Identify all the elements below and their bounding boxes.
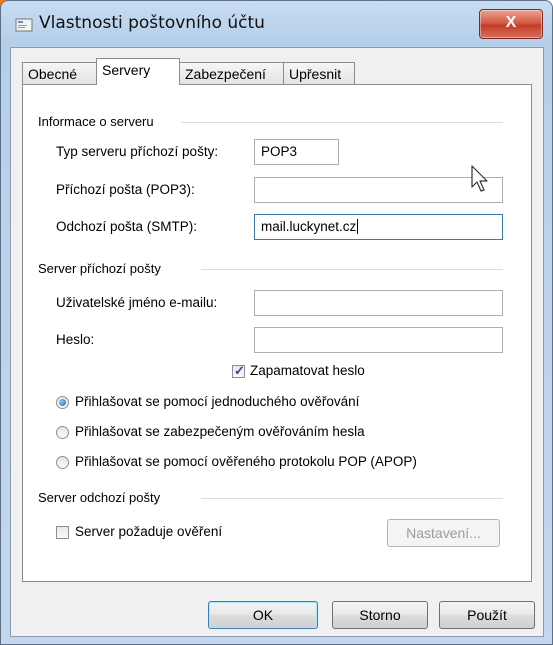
mouse-pointer-icon xyxy=(471,165,488,192)
tab-servers[interactable]: Servery xyxy=(96,58,180,85)
incoming-server-input[interactable] xyxy=(254,177,503,203)
group-divider xyxy=(201,498,503,500)
username-label: Uživatelské jméno e-mailu: xyxy=(56,295,218,310)
auth-secure-radio[interactable] xyxy=(56,426,69,439)
remember-password-label[interactable]: Zapamatovat heslo xyxy=(250,363,365,378)
ok-button[interactable]: OK xyxy=(208,601,318,629)
title-bar[interactable]: Vlastnosti poštovního účtu X xyxy=(1,1,552,47)
checkmark-icon: ✓ xyxy=(234,363,245,378)
auth-secure-label[interactable]: Přihlašovat se zabezpečeným ověřováním h… xyxy=(75,424,365,439)
password-input[interactable] xyxy=(254,327,503,353)
server-info-group-label: Informace o serveru xyxy=(38,114,154,129)
server-type-field: POP3 xyxy=(254,139,339,165)
servers-tab-panel: Informace o serveru Typ serveru příchozí… xyxy=(22,84,532,582)
group-divider xyxy=(181,122,503,124)
outgoing-server-label: Odchozí pošta (SMTP): xyxy=(56,219,198,234)
auth-apop-radio[interactable] xyxy=(56,456,69,469)
cancel-button[interactable]: Storno xyxy=(332,601,428,629)
close-button[interactable]: X xyxy=(479,9,543,39)
mail-account-icon xyxy=(15,18,33,32)
auth-simple-radio[interactable] xyxy=(56,396,69,409)
username-input[interactable] xyxy=(254,290,503,316)
window-title: Vlastnosti poštovního účtu xyxy=(39,13,265,33)
remember-password-checkbox[interactable]: ✓ xyxy=(232,363,245,378)
settings-button[interactable]: Nastavení... xyxy=(387,519,500,547)
outgoing-server-input[interactable]: mail.luckynet.cz xyxy=(254,214,503,240)
tab-advanced[interactable]: Upřesnit xyxy=(283,62,355,84)
outgoing-server-value: mail.luckynet.cz xyxy=(261,219,357,234)
requires-auth-label[interactable]: Server požaduje ověření xyxy=(75,524,222,539)
text-caret xyxy=(357,219,359,234)
properties-dialog: Vlastnosti poštovního účtu X Obecné Serv… xyxy=(0,0,553,645)
dialog-client-area: Obecné Servery Zabezpečení Upřesnit Info… xyxy=(10,47,544,637)
tab-general[interactable]: Obecné xyxy=(22,62,97,84)
auth-apop-label[interactable]: Přihlašovat se pomocí ověřeného protokol… xyxy=(75,454,417,469)
outgoing-mail-group-label: Server odchozí pošty xyxy=(38,490,161,505)
incoming-server-label: Příchozí pošta (POP3): xyxy=(56,182,195,197)
server-type-label: Typ serveru příchozí pošty: xyxy=(56,144,219,159)
requires-auth-checkbox[interactable] xyxy=(56,526,69,539)
group-divider xyxy=(201,269,503,271)
auth-simple-label[interactable]: Přihlašovat se pomocí jednoduchého ověřo… xyxy=(75,394,359,409)
apply-button[interactable]: Použít xyxy=(439,601,535,629)
tab-security[interactable]: Zabezpečení xyxy=(179,62,284,84)
incoming-mail-group-label: Server příchozí pošty xyxy=(38,261,161,276)
password-label: Heslo: xyxy=(56,332,95,347)
